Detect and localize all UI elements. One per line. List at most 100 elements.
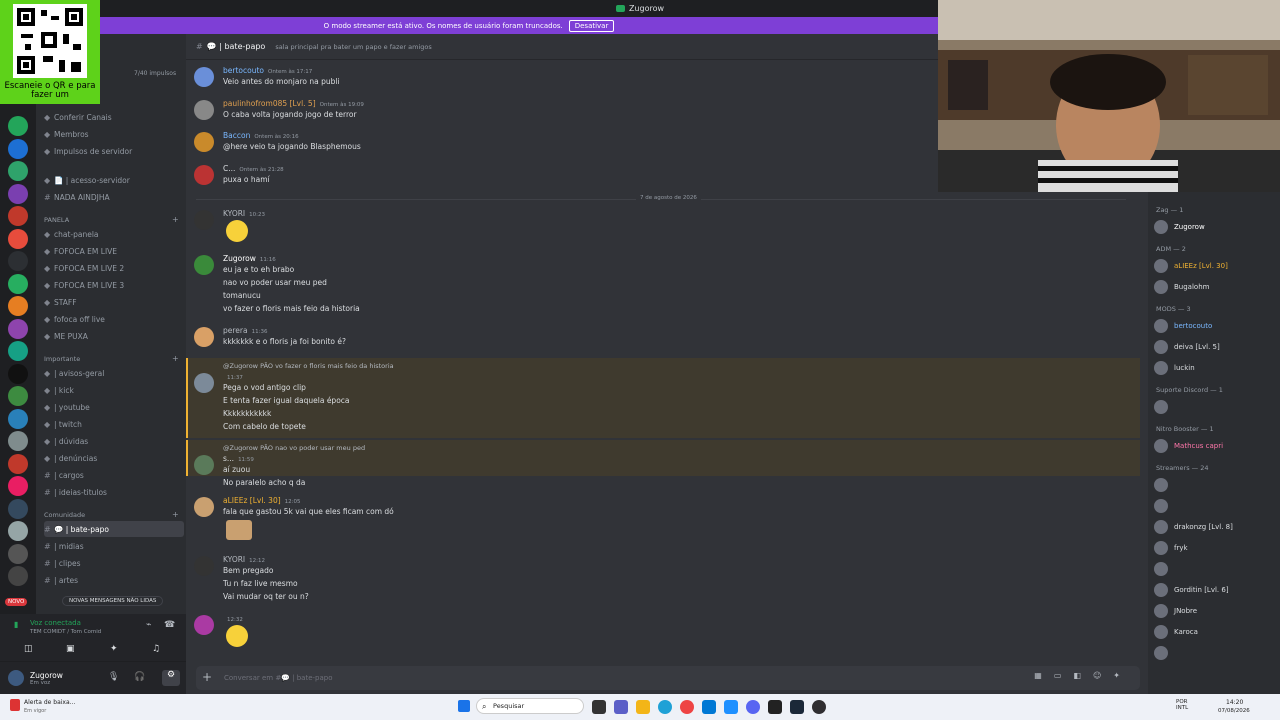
disable-streamer-button[interactable]: Desativar [568,19,615,32]
avatar[interactable] [194,327,214,347]
username[interactable]: Zugorow [30,671,63,680]
channel-item[interactable]: ◆ 📄 | acesso-servidor [44,172,184,188]
channel-item[interactable]: # | cargos [44,467,184,483]
avatar[interactable] [194,455,214,475]
discord-taskbar-icon[interactable] [746,700,760,714]
teams-icon[interactable] [614,700,628,714]
channel-item[interactable]: ◆ | kick [44,382,184,398]
channel-item[interactable]: ◆ Membros [44,126,184,142]
author-name[interactable]: KYORI [223,209,245,218]
author-name[interactable]: perera [223,326,248,335]
member-item[interactable] [1154,398,1280,416]
voice-channel-item[interactable]: ◆ chat-panela [44,226,184,242]
server-icon[interactable] [8,161,28,181]
author-name[interactable]: C... [223,164,235,173]
alert-text[interactable]: Alerta de baixa... [24,699,75,706]
voice-channel[interactable]: TEM COMIDT / Tom Comid [30,629,101,635]
channel-item[interactable]: # | artes [44,572,184,588]
avatar[interactable] [194,556,214,576]
member-item[interactable]: luckin [1154,359,1280,377]
server-icon[interactable] [8,273,28,294]
server-icon[interactable] [8,431,28,451]
image-attachment[interactable] [226,520,252,540]
taskbar-search[interactable]: ⌕ Pesquisar [476,698,584,714]
member-item[interactable] [1154,560,1280,578]
voice-channel-item[interactable]: ◆ FOFOCA EM LIVE 2 [44,260,184,276]
category-header[interactable]: Comunidade [44,511,85,519]
voice-status[interactable]: Voz conectada [30,619,81,627]
headphones-icon[interactable]: 🎧 [134,672,145,682]
server-icon[interactable] [8,116,28,136]
server-icon[interactable] [8,386,28,406]
windows-start-icon[interactable] [458,700,470,712]
activities-icon[interactable]: ✦ [110,644,118,654]
author-name[interactable]: s... [223,454,234,463]
avatar[interactable] [194,210,214,230]
channel-item[interactable]: ◆ | youtube [44,399,184,415]
channel-item[interactable]: ◆ | avisos-geral [44,365,184,381]
store-icon[interactable] [702,700,716,714]
avatar[interactable] [194,373,214,393]
soundboard-icon[interactable]: ♫ [152,644,160,654]
server-icon[interactable] [8,566,28,586]
author-name[interactable]: bertocouto [223,66,264,75]
member-item[interactable]: fryk [1154,539,1280,557]
edge-icon[interactable] [658,700,672,714]
voice-channel-item[interactable]: ◆ fofoca off live [44,311,184,327]
add-channel-icon[interactable]: + [172,354,179,363]
avatar[interactable] [194,497,214,517]
server-icon[interactable] [8,228,28,249]
avatar[interactable] [8,670,24,686]
server-icon[interactable] [8,206,28,226]
author-name[interactable]: Baccon [223,131,250,140]
chrome-icon[interactable] [680,700,694,714]
member-item[interactable]: Zugorow [1154,218,1280,236]
author-name[interactable]: Zugorow [223,254,256,263]
server-icon[interactable] [8,251,28,271]
mail-icon[interactable] [724,700,738,714]
channel-item[interactable]: # | ideias-titulos [44,484,184,500]
channel-item[interactable]: ◆ Impulsos de servidor [44,143,184,159]
server-icon[interactable] [8,543,28,564]
microphone-icon[interactable]: 🎙 [108,672,119,682]
server-icon[interactable] [8,296,28,316]
member-item[interactable]: Bugalohm [1154,278,1280,296]
server-icon[interactable] [8,183,28,204]
add-channel-icon[interactable]: + [172,510,179,519]
camera-icon[interactable]: ◫ [24,644,33,654]
obs-icon[interactable] [812,700,826,714]
category-header[interactable]: PANELA [44,216,69,224]
weather-alert-icon[interactable] [10,699,20,711]
server-icon[interactable] [8,408,28,429]
clock-date[interactable]: 07/08/2026 [1218,708,1250,714]
voice-channel-item[interactable]: ◆ STAFF [44,294,184,310]
member-item[interactable]: Karoca [1154,623,1280,641]
channel-item[interactable]: # | midias [44,538,184,554]
settings-gear-icon[interactable]: ⚙ [162,670,180,686]
screen-share-icon[interactable]: ▣ [66,644,75,654]
channel-topic[interactable]: sala principal pra bater um papo e fazer… [275,43,431,51]
member-item[interactable]: Mathcus capri [1154,437,1280,455]
server-icon[interactable] [8,363,28,384]
server-icon[interactable] [8,453,28,474]
disconnect-icon[interactable]: ☎ [164,620,175,630]
channel-item[interactable]: # NADA AINDJHA [44,189,184,205]
channel-item[interactable]: # 💬 | bate-papo [44,521,184,537]
server-icon[interactable] [8,318,28,339]
member-item[interactable]: aLIEEz [Lvl. 30] [1154,257,1280,275]
member-item[interactable] [1154,476,1280,494]
message-input[interactable]: + Conversar em #💬 | bate-papo ▦▭◧☺✦ [196,666,1140,690]
channel-item[interactable]: ◆ | denúncias [44,450,184,466]
member-item[interactable]: Gorditin [Lvl. 6] [1154,581,1280,599]
steam-icon[interactable] [790,700,804,714]
author-name[interactable]: KYORI [223,555,245,564]
avatar[interactable] [194,132,214,152]
server-icon[interactable] [8,138,28,159]
reply-preview[interactable]: @Zugorow PÃO vo fazer o floris mais feio… [223,362,394,370]
file-explorer-icon[interactable] [636,700,650,714]
task-view-icon[interactable] [592,700,606,714]
member-item[interactable]: bertocouto [1154,317,1280,335]
avatar[interactable] [194,67,214,87]
new-messages-pill[interactable]: NOVAS MENSAGENS NÃO LIDAS [62,596,164,606]
member-item[interactable]: drakonzg [Lvl. 8] [1154,518,1280,536]
